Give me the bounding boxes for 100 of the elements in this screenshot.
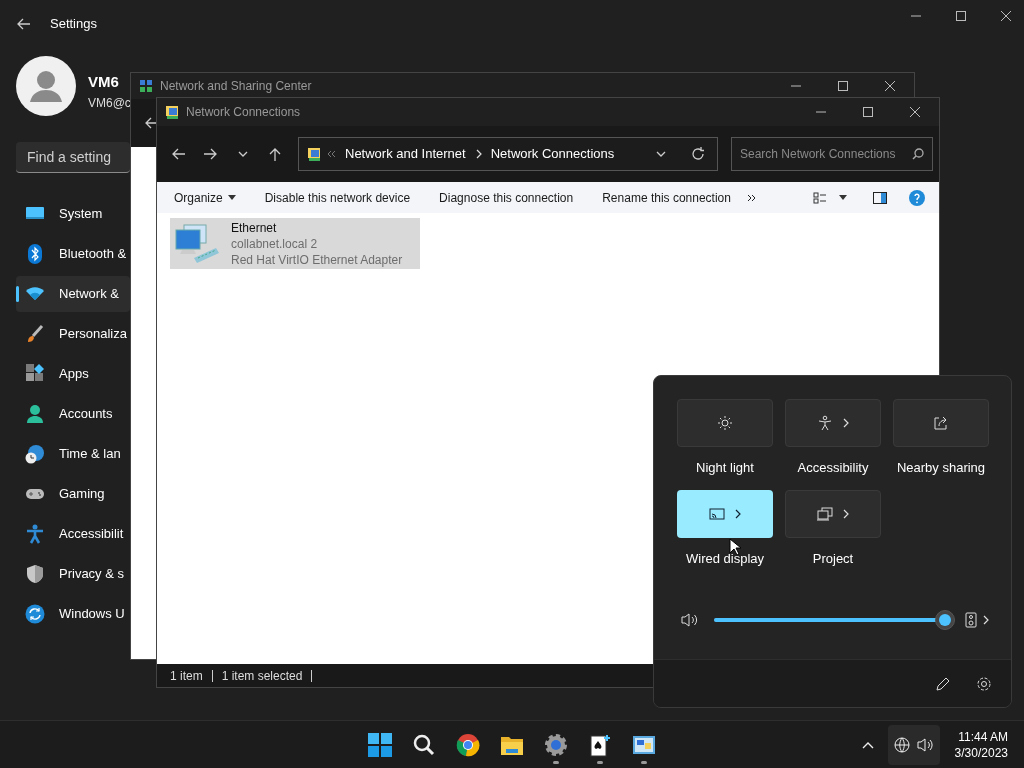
caret-icon[interactable] [839, 195, 847, 200]
playing-card-icon [588, 732, 612, 757]
speaker-icon [681, 612, 699, 628]
connection-name: Ethernet [231, 219, 278, 236]
back-icon [144, 116, 158, 130]
mouse-cursor-icon [729, 538, 741, 556]
command-button[interactable]: Organize [165, 183, 245, 212]
nav-item[interactable]: Time & lan [16, 436, 130, 472]
quick-toggle-button[interactable] [785, 399, 881, 447]
breadcrumb-item[interactable]: Network and Internet [345, 144, 466, 164]
globe-icon [894, 736, 911, 753]
back-icon[interactable] [171, 147, 185, 161]
accessibility-icon [25, 524, 45, 544]
browser-icon [456, 732, 480, 757]
search-field[interactable]: Search Network Connections [731, 137, 933, 171]
running-indicator [641, 761, 647, 764]
connection-item[interactable]: Ethernet collabnet.local 2 Red Hat VirtIO Ethernet Adapter [170, 218, 420, 269]
tile-label: Nearby sharing [896, 459, 986, 477]
command-button[interactable]: Diagnose this connection [430, 183, 583, 212]
audio-device-icon[interactable] [965, 612, 977, 628]
volume-slider-thumb[interactable] [935, 610, 955, 630]
adapter-name: Red Hat VirtIO Ethernet Adapter [231, 251, 403, 268]
help-icon[interactable] [909, 189, 925, 206]
window-title: Network Connections [186, 104, 302, 121]
command-button[interactable]: Disable this network device [255, 183, 420, 212]
nav-item[interactable]: System [16, 196, 130, 232]
user-email: VM6@c [88, 96, 131, 110]
project-icon [817, 505, 833, 522]
tile-label: Project [812, 549, 854, 568]
connection-network: collabnet.local 2 [231, 235, 319, 252]
close-icon[interactable] [1000, 10, 1012, 22]
avatar-icon [16, 56, 76, 116]
forward-icon[interactable] [204, 147, 218, 161]
nav-item[interactable]: Windows U [16, 596, 130, 632]
chevron-up-icon[interactable] [861, 740, 874, 749]
search-icon [912, 148, 924, 160]
nav-item[interactable]: Gaming [16, 476, 130, 512]
refresh-icon [25, 604, 45, 624]
sun-icon [717, 415, 733, 431]
search-icon [412, 732, 436, 757]
nav-item[interactable]: Personaliza [16, 316, 130, 352]
accessibility-icon [817, 415, 833, 431]
view-options-icon[interactable] [813, 191, 827, 204]
nav-item[interactable]: Accounts [16, 396, 130, 432]
quick-settings-button[interactable] [887, 724, 940, 765]
status-text: 1 item [170, 667, 203, 685]
maximize-icon[interactable] [837, 80, 849, 92]
double-chevron-icon [327, 150, 337, 158]
apps-icon [25, 364, 45, 384]
shield-icon [25, 564, 45, 584]
maximize-icon[interactable] [862, 106, 874, 118]
command-button[interactable]: Rename this connection [593, 183, 740, 212]
search-field[interactable]: Find a setting [16, 142, 130, 173]
window-title: Network and Sharing Center [160, 78, 313, 95]
breadcrumb-item[interactable]: Network Connections [490, 144, 615, 164]
network-folder-icon [307, 147, 321, 161]
tile-label: Wired display [686, 549, 764, 568]
back-icon[interactable] [16, 17, 32, 31]
nav-item[interactable]: Accessibilit [16, 516, 130, 552]
bluetooth-icon [25, 244, 45, 264]
gear-icon [544, 732, 568, 757]
chevron-right-icon [843, 508, 849, 519]
network-folder-icon [165, 105, 179, 119]
quick-toggle-button[interactable] [677, 399, 773, 447]
share-icon [933, 415, 949, 431]
quick-toggle-button[interactable] [677, 489, 773, 538]
nav-item[interactable]: Privacy & s [16, 556, 130, 592]
speaker-icon [917, 736, 934, 753]
clock-time[interactable]: 11:44 AM [958, 728, 1008, 745]
clock-date[interactable]: 3/30/2023 [954, 744, 1008, 761]
windows-logo-icon [368, 732, 392, 757]
chevron-right-icon[interactable] [983, 615, 989, 625]
tile-label: Night light [696, 459, 754, 477]
network-center-icon [139, 79, 153, 93]
caret-icon [227, 195, 236, 200]
chevron-right-icon [474, 149, 483, 159]
refresh-icon[interactable] [691, 147, 705, 161]
settings-icon[interactable] [976, 675, 992, 692]
running-indicator [553, 761, 559, 764]
edit-icon[interactable] [935, 675, 951, 692]
quick-toggle-button[interactable] [785, 489, 881, 538]
person-icon [25, 404, 45, 424]
nav-item[interactable]: Network & [16, 276, 130, 312]
nav-item[interactable]: Bluetooth & [16, 236, 130, 272]
chevron-right-icon [843, 418, 849, 428]
close-icon[interactable] [909, 106, 921, 118]
brush-icon [25, 324, 45, 344]
nav-item[interactable]: Apps [16, 356, 130, 392]
maximize-icon[interactable] [955, 10, 967, 22]
more-icon[interactable] [746, 193, 757, 202]
address-bar[interactable]: Network and Internet Network Connections [298, 137, 718, 171]
close-icon[interactable] [884, 80, 896, 92]
up-icon[interactable] [268, 147, 282, 161]
status-text: 1 item selected [221, 667, 303, 685]
computers-network-icon [174, 221, 222, 266]
chevron-right-icon [735, 508, 741, 519]
preview-pane-icon[interactable] [873, 191, 887, 204]
clock-globe-icon [25, 444, 45, 464]
quick-toggle-button[interactable] [893, 399, 989, 447]
cast-icon [709, 505, 725, 522]
